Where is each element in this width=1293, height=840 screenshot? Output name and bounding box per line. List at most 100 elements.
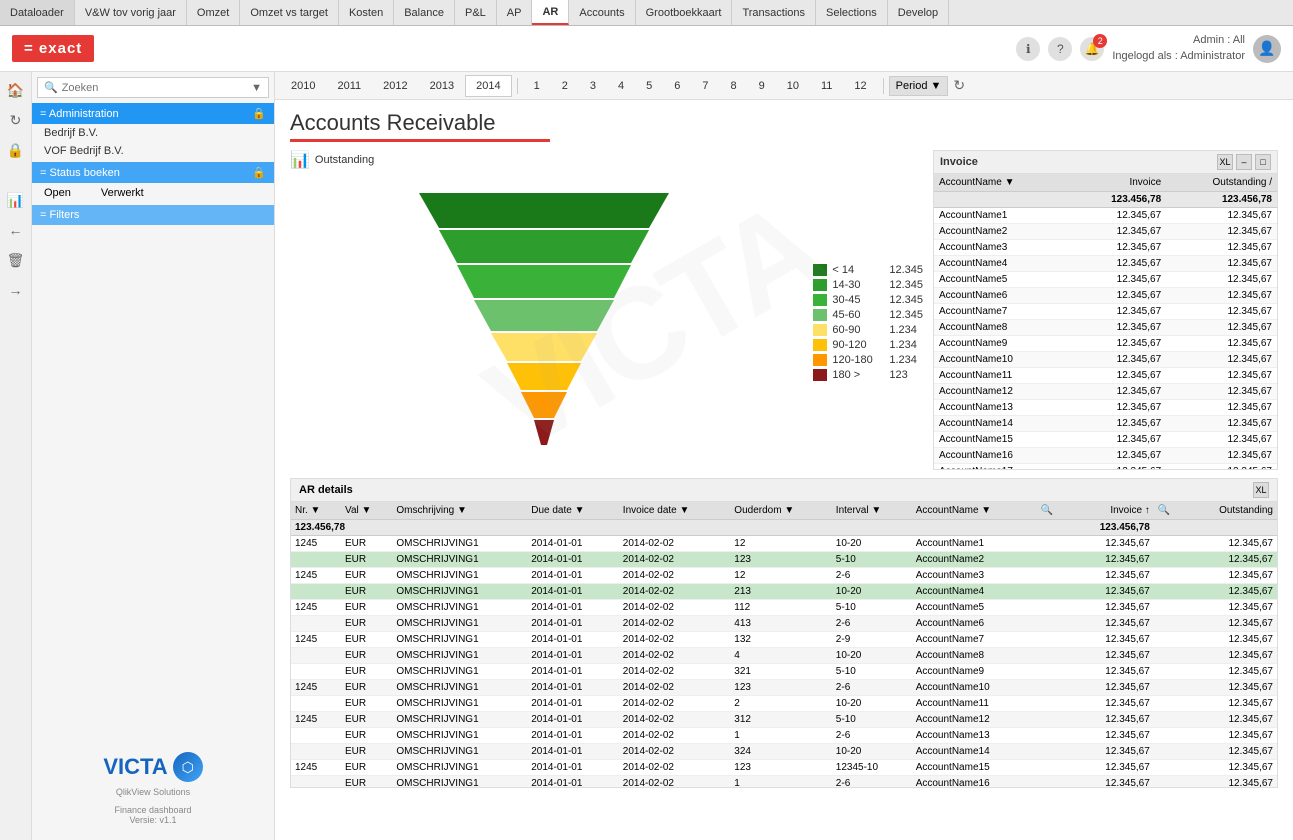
ar-col-interval[interactable]: Interval ▼ [832,502,912,520]
inv-col-outstanding[interactable]: Outstanding / [1166,174,1277,192]
info-icon[interactable]: ℹ [1016,37,1040,61]
invoice-row[interactable]: AccountName12 12.345,67 12.345,67 [934,384,1277,400]
search-input[interactable] [62,82,251,94]
month-tab-9[interactable]: 9 [748,75,776,97]
ar-col-search2[interactable]: 🔍 [1154,502,1185,520]
inv-table-max-icon[interactable]: □ [1255,154,1271,170]
ar-col-invoice[interactable]: Invoice ↑ [1067,502,1154,520]
nav-item-omzet-vs-target[interactable]: Omzet vs target [240,0,339,25]
invoice-row[interactable]: AccountName8 12.345,67 12.345,67 [934,320,1277,336]
invoice-row[interactable]: AccountName2 12.345,67 12.345,67 [934,224,1277,240]
invoice-row[interactable]: AccountName1 12.345,67 12.345,67 [934,208,1277,224]
ar-col-outstanding[interactable]: Outstanding [1184,502,1277,520]
invoice-row[interactable]: AccountName4 12.345,67 12.345,67 [934,256,1277,272]
chart-icon[interactable]: 📊 [4,188,28,212]
invoice-row[interactable]: AccountName10 12.345,67 12.345,67 [934,352,1277,368]
ar-detail-row[interactable]: 1245 EUR OMSCHRIJVING1 2014-01-01 2014-0… [291,568,1277,584]
nav-item-grootboekkaart[interactable]: Grootboekkaart [636,0,733,25]
nav-item-pl[interactable]: P&L [455,0,497,25]
nav-item-kosten[interactable]: Kosten [339,0,394,25]
ar-col-ouderdom[interactable]: Ouderdom ▼ [730,502,832,520]
ar-col-val[interactable]: Val ▼ [341,502,392,520]
ar-detail-row[interactable]: EUR OMSCHRIJVING1 2014-01-01 2014-02-02 … [291,744,1277,760]
year-tab-2013[interactable]: 2013 [419,75,465,97]
user-avatar[interactable]: 👤 [1253,35,1281,63]
ar-detail-row[interactable]: EUR OMSCHRIJVING1 2014-01-01 2014-02-02 … [291,552,1277,568]
year-tab-2010[interactable]: 2010 [280,75,326,97]
status-verwerkt[interactable]: Verwerkt [101,187,144,199]
home-icon[interactable]: 🏠 [4,78,28,102]
nav-item-ap[interactable]: AP [497,0,533,25]
nav-item-balance[interactable]: Balance [394,0,455,25]
year-tab-2012[interactable]: 2012 [372,75,418,97]
sidebar-item-bedrijf[interactable]: Bedrijf B.V. [32,124,274,142]
lock-icon[interactable]: 🔒 [4,138,28,162]
nav-item-ar[interactable]: AR [532,0,569,25]
ar-details-scroll[interactable]: Nr. ▼ Val ▼ Omschrijving ▼ Due date ▼ In… [291,502,1277,787]
back-icon[interactable]: ← [4,218,28,242]
invoice-row[interactable]: AccountName13 12.345,67 12.345,67 [934,400,1277,416]
logo[interactable]: = exact [12,35,94,62]
ar-detail-row[interactable]: EUR OMSCHRIJVING1 2014-01-01 2014-02-02 … [291,728,1277,744]
ar-detail-row[interactable]: 1245 EUR OMSCHRIJVING1 2014-01-01 2014-0… [291,760,1277,776]
inv-table-min-icon[interactable]: – [1236,154,1252,170]
month-tab-8[interactable]: 8 [719,75,747,97]
ar-col-search1[interactable]: 🔍 [1036,502,1067,520]
ar-detail-row[interactable]: EUR OMSCHRIJVING1 2014-01-01 2014-02-02 … [291,648,1277,664]
ar-detail-row[interactable]: 1245 EUR OMSCHRIJVING1 2014-01-01 2014-0… [291,712,1277,728]
filters-header[interactable]: = Filters [32,205,274,225]
nav-item-develop[interactable]: Develop [888,0,949,25]
month-tab-7[interactable]: 7 [691,75,719,97]
invoice-row[interactable]: AccountName3 12.345,67 12.345,67 [934,240,1277,256]
month-tab-3[interactable]: 3 [579,75,607,97]
invoice-row[interactable]: AccountName14 12.345,67 12.345,67 [934,416,1277,432]
nav-item-transactions[interactable]: Transactions [732,0,816,25]
ar-detail-row[interactable]: 1245 EUR OMSCHRIJVING1 2014-01-01 2014-0… [291,536,1277,552]
ar-col-accountname[interactable]: AccountName ▼ [912,502,1037,520]
month-tab-5[interactable]: 5 [635,75,663,97]
inv-table-xl-icon[interactable]: XL [1217,154,1233,170]
month-tab-12[interactable]: 12 [843,75,877,97]
year-tab-2014[interactable]: 2014 [465,75,511,97]
ar-detail-row[interactable]: 1245 EUR OMSCHRIJVING1 2014-01-01 2014-0… [291,680,1277,696]
month-tab-10[interactable]: 10 [776,75,810,97]
invoice-row[interactable]: AccountName11 12.345,67 12.345,67 [934,368,1277,384]
status-open[interactable]: Open [44,187,71,199]
administration-header[interactable]: = Administration 🔒 [32,103,274,124]
invoice-row[interactable]: AccountName16 12.345,67 12.345,67 [934,448,1277,464]
invoice-row[interactable]: AccountName7 12.345,67 12.345,67 [934,304,1277,320]
dropdown-arrow-icon[interactable]: ▼ [251,82,262,94]
inv-col-account[interactable]: AccountName ▼ [934,174,1070,192]
invoice-row[interactable]: AccountName5 12.345,67 12.345,67 [934,272,1277,288]
status-boeken-header[interactable]: = Status boeken 🔒 [32,162,274,183]
help-icon[interactable]: ? [1048,37,1072,61]
ar-detail-row[interactable]: EUR OMSCHRIJVING1 2014-01-01 2014-02-02 … [291,776,1277,788]
nav-item-dataloader[interactable]: Dataloader [0,0,75,25]
period-dropdown[interactable]: Period▼ [889,76,949,96]
month-tab-1[interactable]: 1 [523,75,551,97]
ar-col-duedate[interactable]: Due date ▼ [527,502,619,520]
invoice-row[interactable]: AccountName15 12.345,67 12.345,67 [934,432,1277,448]
month-tab-6[interactable]: 6 [663,75,691,97]
ar-detail-row[interactable]: EUR OMSCHRIJVING1 2014-01-01 2014-02-02 … [291,584,1277,600]
ar-col-nr[interactable]: Nr. ▼ [291,502,341,520]
ar-table-xl-icon[interactable]: XL [1253,482,1269,498]
nav-item-selections[interactable]: Selections [816,0,888,25]
refresh-icon[interactable]: ↻ [4,108,28,132]
sidebar-item-vof[interactable]: VOF Bedrijf B.V. [32,142,274,160]
nav-item-accounts[interactable]: Accounts [569,0,635,25]
notification-icon[interactable]: 🔔 2 [1080,37,1104,61]
month-tab-11[interactable]: 11 [810,75,843,97]
invoice-row[interactable]: AccountName9 12.345,67 12.345,67 [934,336,1277,352]
month-tab-2[interactable]: 2 [551,75,579,97]
inv-col-invoice[interactable]: Invoice [1070,174,1166,192]
nav-item-omzet[interactable]: Omzet [187,0,240,25]
month-tab-4[interactable]: 4 [607,75,635,97]
period-refresh[interactable]: ↻ [953,77,965,94]
ar-detail-row[interactable]: EUR OMSCHRIJVING1 2014-01-01 2014-02-02 … [291,616,1277,632]
invoice-row[interactable]: AccountName6 12.345,67 12.345,67 [934,288,1277,304]
year-tab-2011[interactable]: 2011 [326,75,372,97]
trash-icon[interactable]: 🗑 [4,248,28,272]
ar-detail-row[interactable]: EUR OMSCHRIJVING1 2014-01-01 2014-02-02 … [291,696,1277,712]
nav-item-vw[interactable]: V&W tov vorig jaar [75,0,187,25]
